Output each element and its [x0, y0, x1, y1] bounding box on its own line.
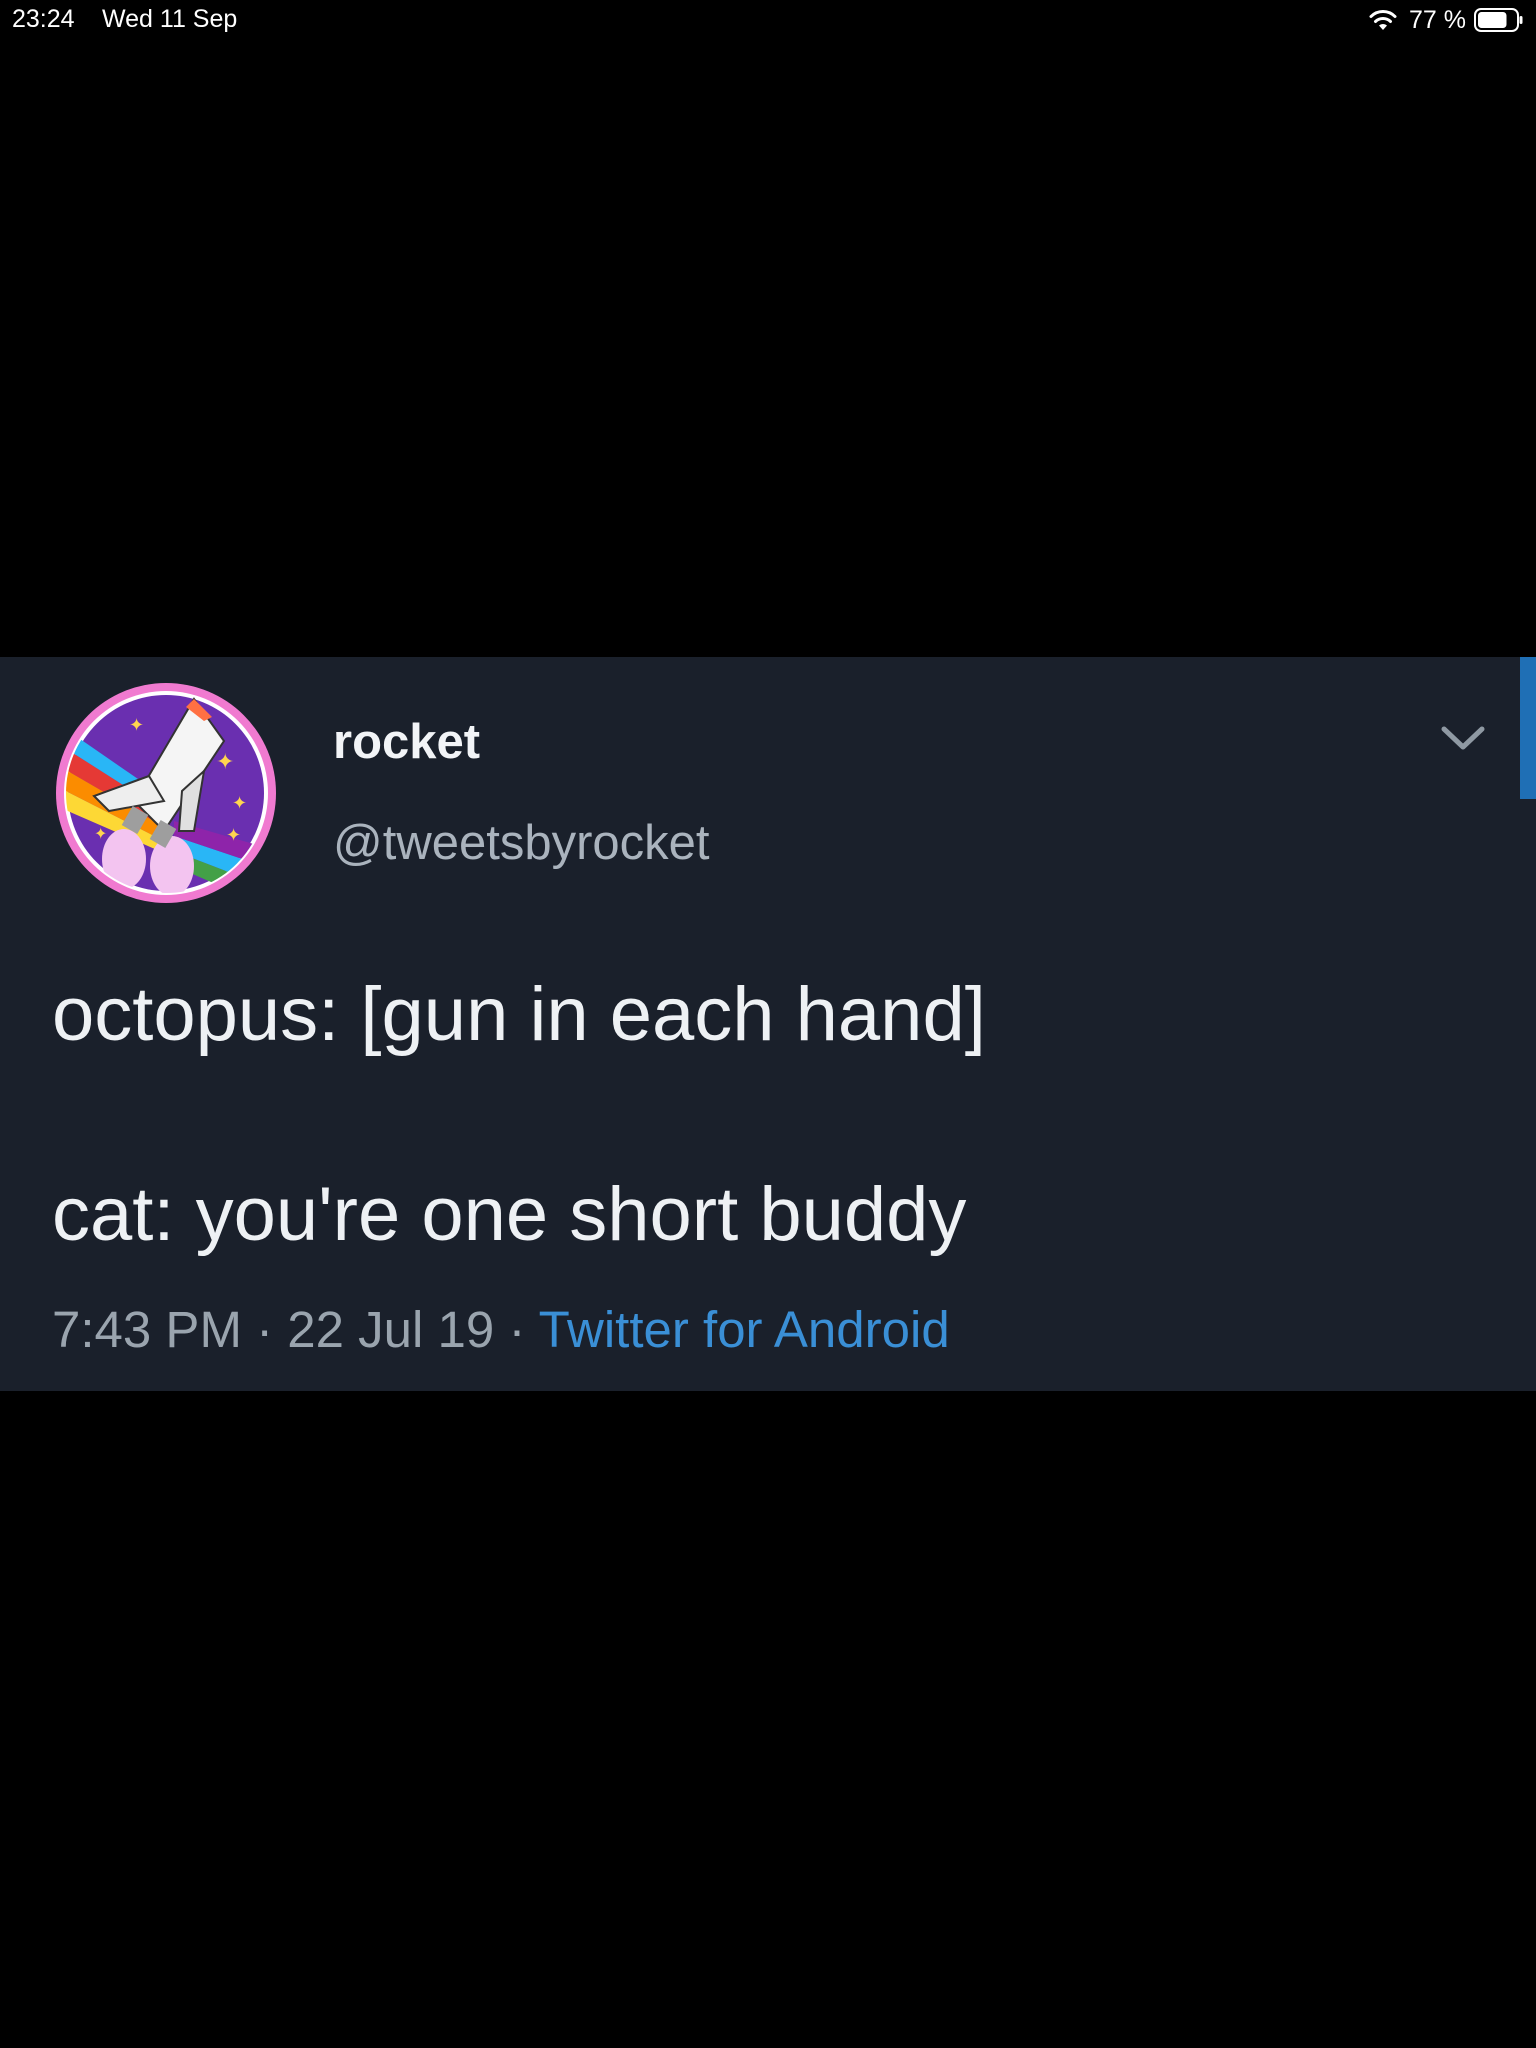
meta-separator: · [508, 1301, 526, 1358]
user-handle[interactable]: @tweetsbyrocket [333, 815, 710, 871]
svg-text:✦: ✦ [129, 715, 144, 736]
tweet-text-line: cat: you're one short buddy [52, 1172, 967, 1257]
meta-separator: · [256, 1301, 274, 1358]
display-name[interactable]: rocket [333, 714, 480, 770]
tweet-date[interactable]: 22 Jul 19 [287, 1301, 494, 1358]
status-date: Wed 11 Sep [102, 5, 238, 33]
rocket-avatar[interactable]: ✦ ✦ ✦ ✦ ✦ [54, 681, 278, 905]
svg-text:✦: ✦ [216, 750, 234, 775]
status-bar: 23:24 Wed 11 Sep 77 % [0, 0, 1536, 40]
battery-icon [1474, 8, 1523, 32]
status-time: 23:24 [12, 5, 75, 33]
tweet-card[interactable]: ✦ ✦ ✦ ✦ ✦ rocket @tweetsbyrocket octopus… [0, 657, 1536, 1391]
tweet-time: 7:43 PM [52, 1301, 242, 1358]
svg-text:✦: ✦ [94, 824, 107, 843]
wifi-icon [1369, 10, 1397, 30]
tweet-source-link[interactable]: Twitter for Android [539, 1301, 950, 1358]
screen: 23:24 Wed 11 Sep 77 % ✦ ✦ ✦ ✦ ✦ rocket @… [0, 0, 1536, 2048]
scroll-indicator [1520, 657, 1536, 799]
status-indicators: 77 % [1367, 6, 1524, 34]
tweet-meta: 7:43 PM · 22 Jul 19 · Twitter for Androi… [52, 1300, 950, 1359]
svg-text:✦: ✦ [232, 793, 247, 814]
tweet-text-line: octopus: [gun in each hand] [52, 972, 986, 1057]
battery-percent: 77 % [1409, 5, 1466, 34]
svg-text:✦: ✦ [226, 825, 241, 846]
chevron-down-icon[interactable] [1440, 723, 1486, 753]
